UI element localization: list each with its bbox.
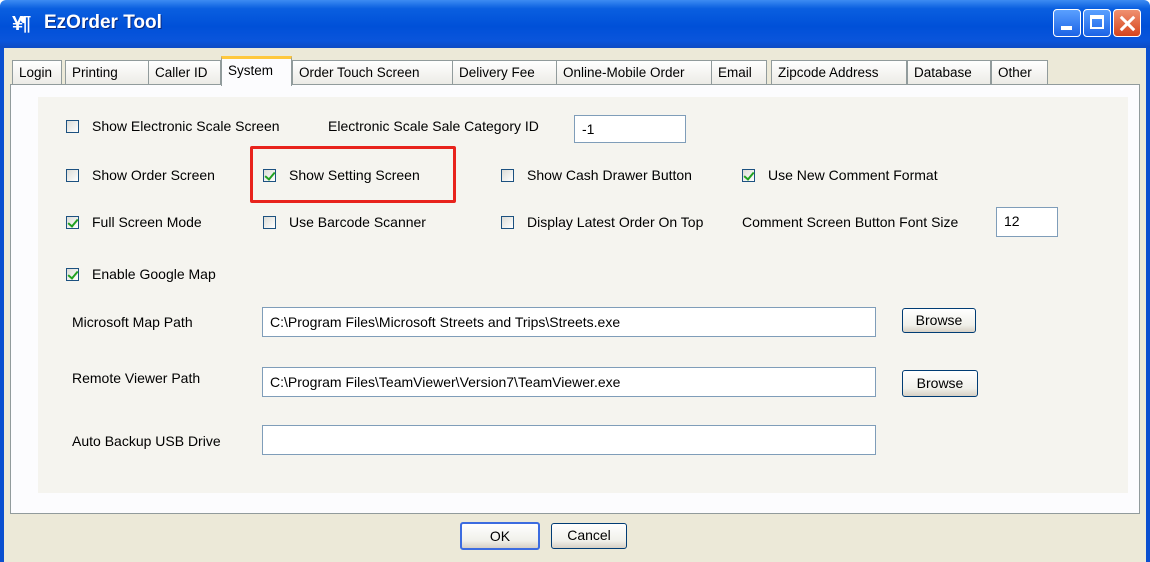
highlight-annotation — [250, 146, 456, 203]
title-bar[interactable]: ¥¶ EzOrder Tool — [0, 0, 1150, 48]
use-barcode-scanner-checkbox[interactable]: Use Barcode Scanner — [263, 214, 426, 230]
tab-printing[interactable]: Printing — [65, 60, 151, 84]
tab-caller-id[interactable]: Caller ID — [148, 60, 221, 84]
minimize-button[interactable] — [1053, 9, 1081, 37]
electronic-scale-category-label: Electronic Scale Sale Category ID — [328, 118, 539, 134]
checkbox-box[interactable] — [66, 119, 79, 133]
full-screen-mode-label: Full Screen Mode — [92, 214, 202, 230]
checkbox-box-checked[interactable] — [742, 168, 755, 182]
full-screen-mode-checkbox[interactable]: Full Screen Mode — [66, 214, 202, 230]
comment-font-size-label: Comment Screen Button Font Size — [742, 214, 959, 230]
checkbox-box[interactable] — [501, 215, 514, 229]
tab-order-touch-screen[interactable]: Order Touch Screen — [292, 60, 456, 84]
microsoft-map-browse-button[interactable]: Browse — [902, 308, 976, 333]
tab-database[interactable]: Database — [907, 60, 991, 84]
checkbox-box-checked[interactable] — [66, 267, 79, 281]
maximize-button[interactable] — [1083, 9, 1111, 37]
close-button[interactable] — [1113, 9, 1141, 37]
show-order-screen-checkbox[interactable]: Show Order Screen — [66, 167, 215, 183]
tab-login[interactable]: Login — [12, 60, 62, 84]
electronic-scale-category-input[interactable]: -1 — [574, 115, 686, 143]
show-order-screen-label: Show Order Screen — [92, 167, 215, 183]
display-latest-order-on-top-checkbox[interactable]: Display Latest Order On Top — [501, 214, 703, 230]
remote-viewer-path-label: Remote Viewer Path — [72, 370, 201, 386]
remote-viewer-browse-button[interactable]: Browse — [902, 370, 978, 397]
show-cash-drawer-button-checkbox[interactable]: Show Cash Drawer Button — [501, 167, 692, 183]
display-latest-order-on-top-label: Display Latest Order On Top — [527, 214, 704, 230]
tab-online-mobile-order[interactable]: Online-Mobile Order — [556, 60, 712, 84]
auto-backup-usb-label: Auto Backup USB Drive — [72, 433, 221, 449]
enable-google-map-label: Enable Google Map — [92, 266, 216, 282]
checkbox-box[interactable] — [263, 215, 276, 229]
tab-zipcode-address[interactable]: Zipcode Address — [771, 60, 907, 84]
ezorder-window: ¥¶ EzOrder Tool Login Printing Caller ID… — [0, 0, 1150, 562]
show-cash-drawer-button-label: Show Cash Drawer Button — [527, 167, 692, 183]
use-new-comment-format-label: Use New Comment Format — [768, 167, 938, 183]
window-frame-right — [1146, 48, 1150, 562]
comment-font-size-input[interactable]: 12 — [996, 207, 1058, 237]
cancel-button[interactable]: Cancel — [551, 523, 627, 549]
checkbox-box[interactable] — [501, 168, 514, 182]
remote-viewer-path-input[interactable]: C:\Program Files\TeamViewer\Version7\Tea… — [262, 367, 876, 397]
tab-delivery-fee[interactable]: Delivery Fee — [452, 60, 558, 84]
show-electronic-scale-screen-checkbox[interactable]: Show Electronic Scale Screen — [66, 118, 280, 134]
use-barcode-scanner-label: Use Barcode Scanner — [289, 214, 426, 230]
use-new-comment-format-checkbox[interactable]: Use New Comment Format — [742, 167, 938, 183]
checkbox-box-checked[interactable] — [66, 215, 79, 229]
checkbox-box[interactable] — [66, 168, 79, 182]
tab-email[interactable]: Email — [711, 60, 767, 84]
microsoft-map-path-label: Microsoft Map Path — [72, 314, 193, 330]
tab-other[interactable]: Other — [991, 60, 1048, 84]
microsoft-map-path-input[interactable]: C:\Program Files\Microsoft Streets and T… — [262, 307, 876, 337]
tab-system[interactable]: System — [221, 56, 292, 86]
window-title: EzOrder Tool — [44, 12, 162, 33]
enable-google-map-checkbox[interactable]: Enable Google Map — [66, 266, 216, 282]
ok-button[interactable]: OK — [460, 522, 540, 550]
show-electronic-scale-screen-label: Show Electronic Scale Screen — [92, 118, 280, 134]
auto-backup-usb-input[interactable] — [262, 425, 876, 455]
fork-knife-icon: ¥¶ — [12, 13, 31, 35]
